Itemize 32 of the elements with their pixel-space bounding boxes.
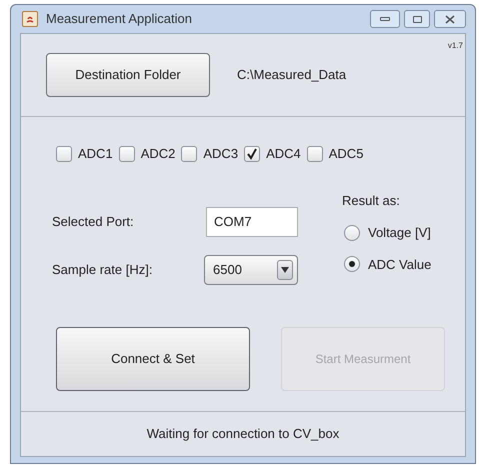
channel-label: ADC4	[266, 145, 301, 164]
sample-rate-dropdown[interactable]: 6500	[204, 255, 298, 285]
connect-button[interactable]: Connect & Set	[56, 327, 250, 391]
app-icon	[22, 11, 38, 27]
close-button[interactable]	[434, 10, 466, 28]
channel-label: ADC5	[328, 145, 364, 164]
minimize-button[interactable]	[370, 10, 400, 28]
window-title: Measurement Application	[46, 10, 192, 28]
sample-rate-label: Sample rate [Hz]:	[52, 261, 154, 280]
maximize-icon	[412, 16, 422, 22]
channel-checkbox[interactable]	[56, 146, 72, 162]
destination-folder-button[interactable]: Destination Folder	[46, 53, 210, 97]
channel-checkbox[interactable]	[306, 146, 323, 162]
result-radio[interactable]	[344, 224, 360, 241]
channel-checkbox[interactable]	[181, 146, 198, 162]
minimize-icon	[380, 17, 390, 21]
channel-label: ADC2	[140, 145, 176, 164]
maximize-button[interactable]	[404, 10, 430, 28]
result-label: Result as:	[342, 192, 401, 210]
result-radio[interactable]	[344, 256, 360, 272]
port-field[interactable]: COM7	[206, 206, 298, 236]
folder-path: C:\Measured_Data	[237, 66, 346, 84]
status-message: Waiting for connection to CV_box	[146, 425, 340, 444]
result-option-label: Voltage [V]	[368, 224, 431, 242]
result-option-label: ADC Value	[368, 256, 432, 274]
close-icon	[445, 14, 455, 24]
version-label: v1.7	[448, 40, 463, 52]
channel-checkbox[interactable]	[118, 146, 135, 162]
port-label: Selected Port:	[52, 212, 135, 231]
channel-checkbox[interactable]	[244, 146, 260, 162]
channel-label: ADC1	[78, 145, 113, 164]
channel-label: ADC3	[203, 145, 238, 164]
